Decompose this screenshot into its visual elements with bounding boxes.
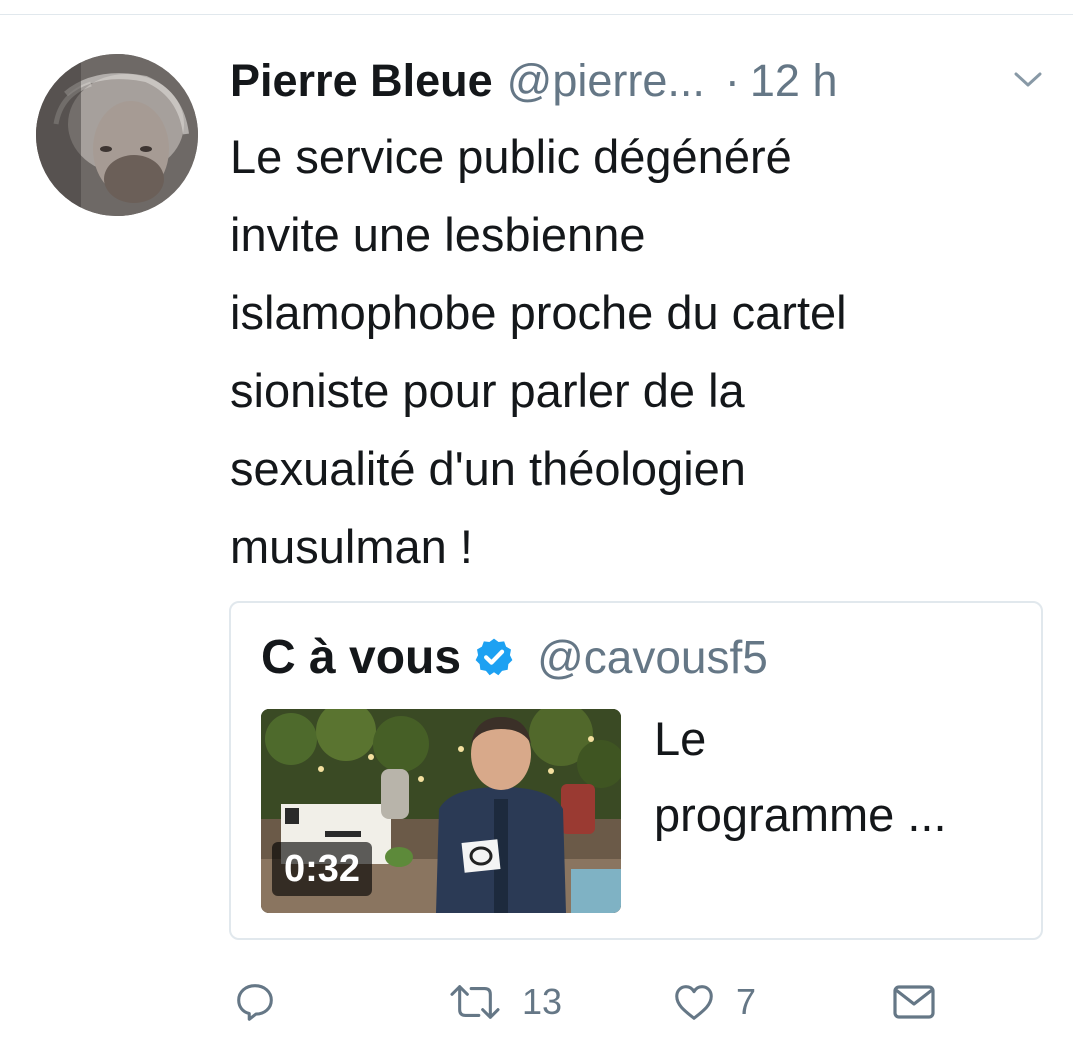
quoted-text-line: programme ...: [654, 788, 947, 841]
like-count: 7: [736, 981, 757, 1022]
quoted-tweet-header: C à vous @cavousf5: [261, 627, 768, 687]
video-duration: 0:32: [272, 842, 373, 896]
quoted-tweet-text: Le programme ...: [654, 701, 947, 853]
avatar-photo: [36, 54, 198, 216]
tweet-text-line: sioniste pour parler de la: [230, 364, 745, 417]
avatar[interactable]: [36, 54, 198, 216]
tweet-text-line: sexualité d'un théologien: [230, 442, 746, 495]
verified-badge-icon: [475, 638, 513, 676]
tweet-text-line: Le service public dégénéré: [230, 130, 792, 183]
tweet-timestamp[interactable]: 12 h: [750, 55, 838, 107]
author-handle[interactable]: @pierre...: [507, 55, 705, 107]
retweet-count: 13: [522, 981, 563, 1022]
tweet-text: Le service public dégénéré invite une le…: [230, 118, 1050, 586]
tweet-text-line: invite une lesbienne: [230, 208, 646, 261]
direct-message-button[interactable]: [890, 970, 938, 1034]
top-divider: [0, 14, 1073, 15]
author-name[interactable]: Pierre Bleue: [230, 55, 493, 107]
tweet-text-line: musulman !: [230, 520, 473, 573]
retweet-button[interactable]: 13: [446, 970, 562, 1034]
quoted-author-handle: @cavousf5: [537, 631, 768, 683]
tweet-text-line: islamophobe proche du cartel: [230, 286, 847, 339]
dm-icon: [893, 985, 935, 1019]
like-button[interactable]: 7: [670, 970, 756, 1034]
chevron-down-icon[interactable]: [1012, 70, 1044, 90]
separator-dot: ·: [724, 55, 740, 106]
tweet-actions: 13 7: [0, 970, 1073, 1034]
tweet-header: Pierre Bleue @pierre... · 12 h: [230, 50, 837, 112]
reply-icon: [237, 984, 273, 1021]
quoted-text-line: Le: [654, 712, 707, 765]
video-thumbnail[interactable]: 0:32: [261, 709, 621, 913]
reply-button[interactable]: [232, 970, 278, 1034]
quoted-tweet-card[interactable]: C à vous @cavousf5 0:32 Le programme ...: [229, 601, 1043, 940]
like-icon: [675, 985, 713, 1020]
retweet-icon: [450, 985, 500, 1019]
quoted-author-name: C à vous: [261, 630, 462, 684]
